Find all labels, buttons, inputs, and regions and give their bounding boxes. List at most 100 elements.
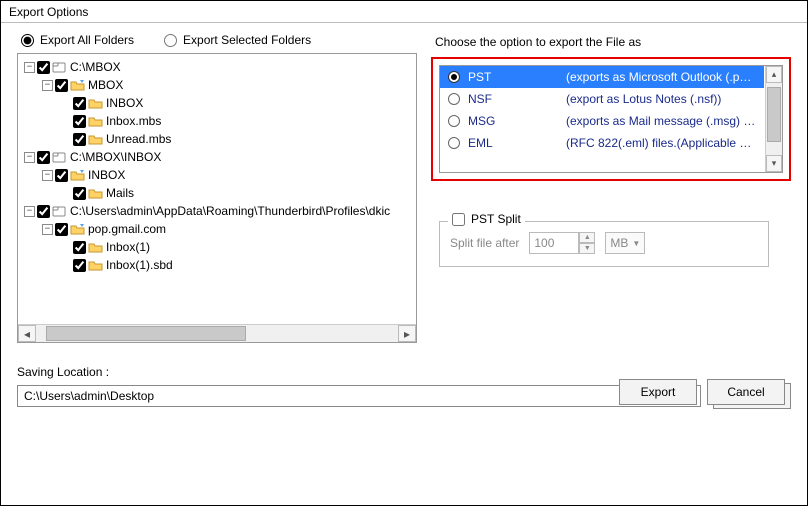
pst-split-title: PST Split xyxy=(471,212,521,226)
scroll-up-icon[interactable]: ▴ xyxy=(766,66,782,83)
pst-split-value[interactable] xyxy=(529,232,579,254)
pst-unit-select[interactable]: MB ▼ xyxy=(605,232,645,254)
tree-node[interactable]: − MBOX xyxy=(20,76,414,94)
spinner-up-icon[interactable]: ▲ xyxy=(579,232,595,243)
folder-icon xyxy=(88,240,104,254)
tree-node-label: pop.gmail.com xyxy=(88,220,166,238)
tree-node-label: C:\MBOX xyxy=(70,58,121,76)
folder-tree-panel: −C:\MBOX−MBOXINBOXInbox.mbsUnread.mbs−C:… xyxy=(17,53,417,343)
tree-node-label: C:\Users\admin\AppData\Roaming\Thunderbi… xyxy=(70,202,390,220)
tree-node[interactable]: Unread.mbs xyxy=(20,130,414,148)
tree-checkbox[interactable] xyxy=(73,187,86,200)
v-scroll-thumb[interactable] xyxy=(767,87,781,142)
folder-icon xyxy=(70,222,86,236)
folder-icon xyxy=(88,114,104,128)
tree-node-label: Mails xyxy=(106,184,134,202)
tree-node[interactable]: Inbox.mbs xyxy=(20,112,414,130)
format-option-nsf[interactable]: NSF(export as Lotus Notes (.nsf)) xyxy=(440,88,764,110)
folder-icon xyxy=(88,258,104,272)
format-option-msg[interactable]: MSG(exports as Mail message (.msg) files… xyxy=(440,110,764,132)
collapse-icon[interactable]: − xyxy=(42,80,53,91)
format-desc: (export as Lotus Notes (.nsf)) xyxy=(566,92,756,106)
tree-node[interactable]: − C:\MBOX\INBOX xyxy=(20,148,414,166)
pst-split-group: PST Split Split file after ▲ ▼ MB ▼ xyxy=(439,221,769,267)
tree-node-label: C:\MBOX\INBOX xyxy=(70,148,161,166)
tree-checkbox[interactable] xyxy=(73,259,86,272)
tree-checkbox[interactable] xyxy=(73,241,86,254)
radio-icon[interactable] xyxy=(448,93,460,105)
dialog-buttons: Export Cancel xyxy=(619,379,785,405)
collapse-icon[interactable]: − xyxy=(24,62,35,73)
tree-node[interactable]: INBOX xyxy=(20,94,414,112)
tree-node[interactable]: Inbox(1) xyxy=(20,238,414,256)
export-button[interactable]: Export xyxy=(619,379,697,405)
collapse-icon[interactable]: − xyxy=(24,206,35,217)
tree-checkbox[interactable] xyxy=(73,133,86,146)
scroll-thumb[interactable] xyxy=(46,326,246,341)
tree-node[interactable]: − C:\Users\admin\AppData\Roaming\Thunderb… xyxy=(20,202,414,220)
radio-export-all-input[interactable] xyxy=(21,34,34,47)
tree-node-label: Inbox(1).sbd xyxy=(106,256,173,274)
tree-node-label: MBOX xyxy=(88,76,123,94)
right-column: Choose the option to export the File as … xyxy=(429,33,791,267)
tree-checkbox[interactable] xyxy=(37,205,50,218)
tree-node-label: INBOX xyxy=(88,166,125,184)
tree-checkbox[interactable] xyxy=(55,223,68,236)
tree-checkbox[interactable] xyxy=(37,151,50,164)
collapse-icon[interactable]: − xyxy=(42,170,53,181)
v-scroll-track[interactable] xyxy=(766,83,782,155)
tree-spacer xyxy=(60,134,71,145)
tree-node[interactable]: − C:\MBOX xyxy=(20,58,414,76)
tree-node[interactable]: − pop.gmail.com xyxy=(20,220,414,238)
pst-split-label: Split file after xyxy=(450,236,519,250)
tree-node-label: INBOX xyxy=(106,94,143,112)
radio-export-selected[interactable]: Export Selected Folders xyxy=(164,33,311,47)
drive-icon xyxy=(52,204,68,218)
tree-spacer xyxy=(60,188,71,199)
format-desc: (exports as Microsoft Outlook (.pst) fil… xyxy=(566,70,756,84)
horizontal-scrollbar[interactable]: ◂ ▸ xyxy=(18,324,416,342)
scroll-right-icon[interactable]: ▸ xyxy=(398,325,416,342)
export-format-title: Choose the option to export the File as xyxy=(435,35,791,49)
scroll-down-icon[interactable]: ▾ xyxy=(766,155,782,172)
radio-icon[interactable] xyxy=(448,71,460,83)
radio-export-all[interactable]: Export All Folders xyxy=(21,33,134,47)
tree-checkbox[interactable] xyxy=(55,169,68,182)
format-name: PST xyxy=(468,70,558,84)
format-option-pst[interactable]: PST (exports as Microsoft Outlook (.pst) … xyxy=(440,66,764,88)
tree-node[interactable]: Inbox(1).sbd xyxy=(20,256,414,274)
folder-tree[interactable]: −C:\MBOX−MBOXINBOXInbox.mbsUnread.mbs−C:… xyxy=(18,54,416,324)
chevron-down-icon: ▼ xyxy=(632,239,640,248)
cancel-button[interactable]: Cancel xyxy=(707,379,785,405)
folder-icon xyxy=(88,186,104,200)
radio-icon[interactable] xyxy=(448,137,460,149)
pst-split-spinner[interactable]: ▲ ▼ xyxy=(529,232,595,254)
radio-export-selected-label: Export Selected Folders xyxy=(183,33,311,47)
pst-split-legend[interactable]: PST Split xyxy=(448,212,525,226)
tree-node[interactable]: Mails xyxy=(20,184,414,202)
pst-unit-label: MB xyxy=(610,236,628,250)
tree-checkbox[interactable] xyxy=(55,79,68,92)
scope-radio-row: Export All Folders Export Selected Folde… xyxy=(21,33,419,47)
drive-icon xyxy=(52,60,68,74)
tree-checkbox[interactable] xyxy=(73,115,86,128)
format-option-eml[interactable]: EML(RFC 822(.eml) files.(Applicable only… xyxy=(440,132,764,154)
format-desc: (RFC 822(.eml) files.(Applicable only fo… xyxy=(566,136,756,150)
scroll-track[interactable] xyxy=(36,325,398,342)
pst-split-checkbox[interactable] xyxy=(452,213,465,226)
spinner-down-icon[interactable]: ▼ xyxy=(579,243,595,254)
radio-export-selected-input[interactable] xyxy=(164,34,177,47)
tree-spacer xyxy=(60,116,71,127)
tree-checkbox[interactable] xyxy=(73,97,86,110)
folder-icon xyxy=(70,78,86,92)
scroll-left-icon[interactable]: ◂ xyxy=(18,325,36,342)
saving-location-input[interactable] xyxy=(17,385,701,407)
vertical-scrollbar[interactable]: ▴ ▾ xyxy=(765,66,782,172)
tree-node[interactable]: − INBOX xyxy=(20,166,414,184)
radio-icon[interactable] xyxy=(448,115,460,127)
tree-node-label: Inbox.mbs xyxy=(106,112,161,130)
collapse-icon[interactable]: − xyxy=(24,152,35,163)
tree-checkbox[interactable] xyxy=(37,61,50,74)
top-columns: Export All Folders Export Selected Folde… xyxy=(17,33,791,343)
collapse-icon[interactable]: − xyxy=(42,224,53,235)
